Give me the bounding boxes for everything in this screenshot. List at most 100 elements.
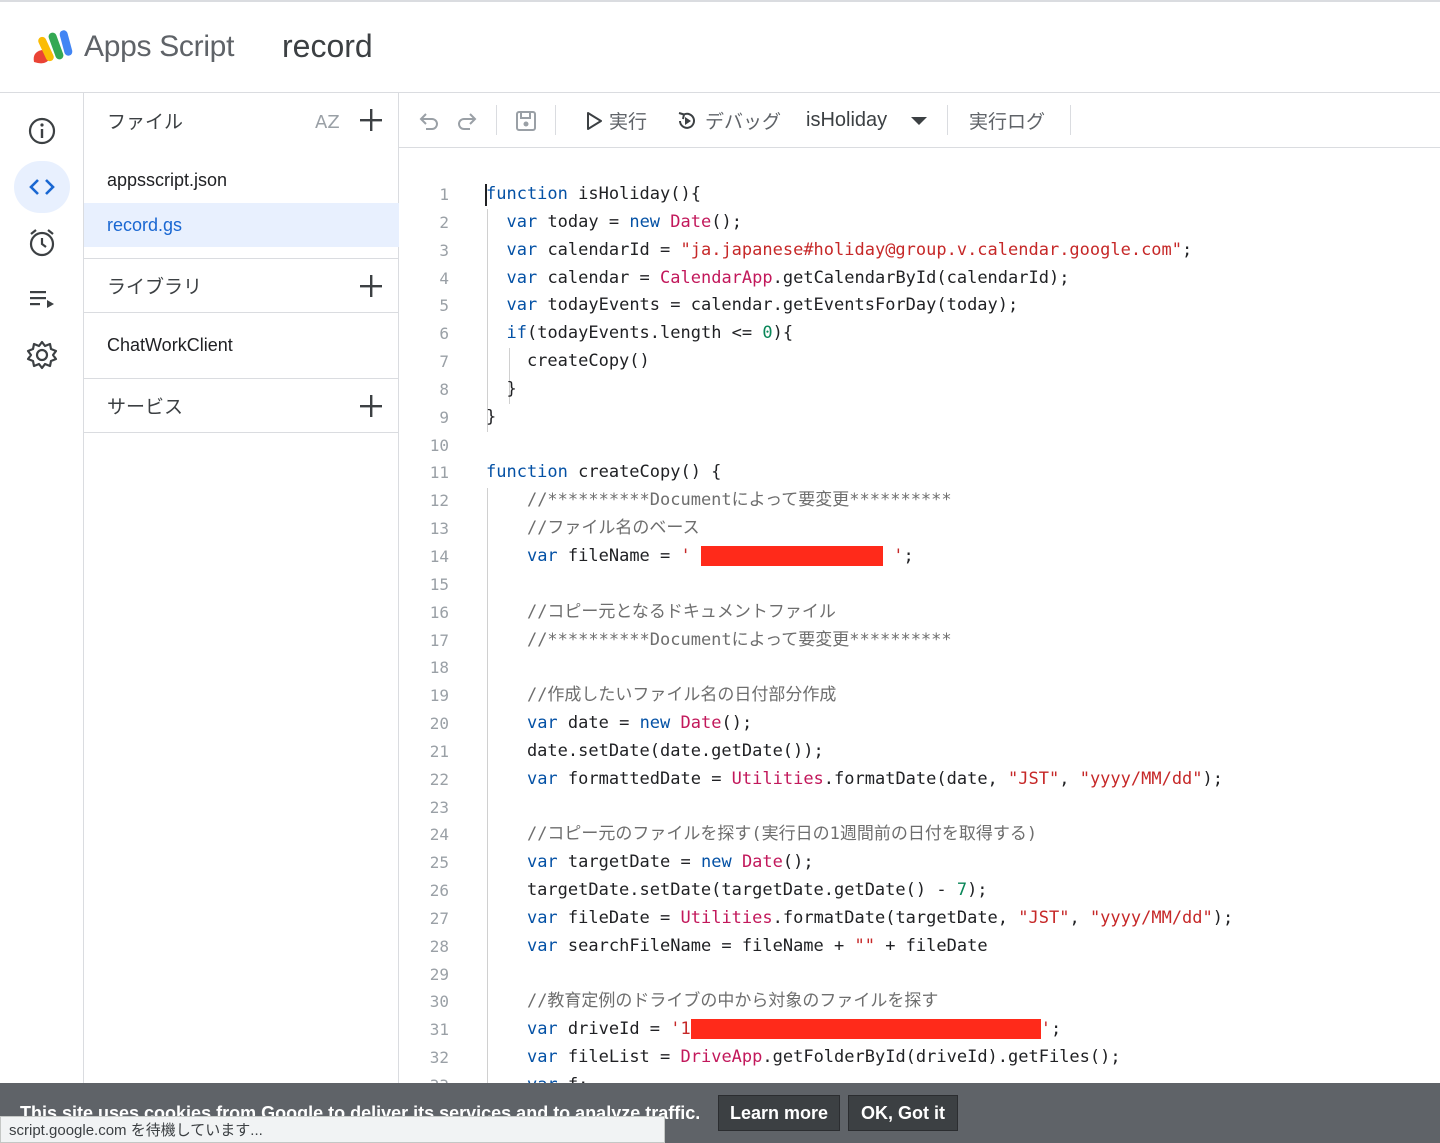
libraries-title: ライブラリ: [107, 277, 203, 298]
code-lines: function isHoliday(){ var today = new Da…: [486, 181, 1436, 1083]
code-line: }: [486, 378, 517, 399]
run-button[interactable]: 実行: [585, 93, 647, 148]
add-service-plus-icon[interactable]: [357, 392, 385, 420]
line-number: 2: [439, 212, 449, 232]
redacted-block: [700, 545, 883, 566]
navigation-rail: [0, 93, 84, 1083]
execution-log-button[interactable]: 実行ログ: [969, 93, 1045, 148]
browser-status-bar: script.google.com を待機しています...: [0, 1116, 665, 1143]
redacted-block: [690, 1019, 1041, 1040]
code-line: //**********Documentによって要変更**********: [526, 490, 952, 511]
code-editor[interactable]: 1 2 3 4 5 6 7 8 9 10 11 12 13 14 15 16 17 18 19 20 21 22 23 24 2…: [399, 148, 1440, 1083]
line-number: 31: [429, 1020, 449, 1040]
line-number: 25: [429, 853, 449, 873]
line-number: 29: [429, 964, 449, 984]
info-icon: [28, 117, 56, 145]
executions-icon: [30, 291, 54, 308]
code-line: //作成したいファイル名の日付部分作成: [526, 685, 837, 706]
code-line: function isHoliday(){: [486, 184, 701, 204]
code-line: //教育定例のドライブの中から対象のファイルを探す: [526, 991, 939, 1012]
add-library-plus-icon[interactable]: [357, 272, 385, 300]
debug-icon: [678, 111, 695, 129]
code-line: var targetDate = new Date();: [526, 852, 814, 873]
file-panel: ファイル AZ appsscript.json record.gs ライブラリ …: [84, 93, 399, 1083]
files-section-header: ファイル AZ: [84, 93, 399, 147]
code-line: var date = new Date();: [526, 713, 753, 734]
code-line: var f;: [486, 1072, 1436, 1083]
file-item-record-gs[interactable]: record.gs: [84, 203, 399, 247]
line-number: 22: [429, 769, 449, 789]
services-section-header: サービス: [84, 379, 399, 433]
line-number: 11: [429, 463, 449, 483]
code-line: var searchFileName = fileName + "" + fil…: [526, 935, 988, 956]
overview-button[interactable]: [14, 105, 70, 157]
toolbar-divider: [555, 105, 556, 135]
code-line: var driveId = '1 ';: [526, 1019, 1062, 1040]
line-number-gutter: 1 2 3 4 5 6 7 8 9 10 11 12 13 14 15 16 17 18 19 20 21 22 23 24 2…: [399, 181, 459, 1083]
line-number: 10: [429, 435, 449, 455]
file-item-appsscript-json[interactable]: appsscript.json: [84, 158, 399, 202]
ok-got-it-button[interactable]: OK, Got it: [848, 1095, 958, 1131]
debug-button[interactable]: デバッグ: [675, 93, 781, 148]
function-select-value: isHoliday: [806, 109, 888, 131]
toolbar-divider: [496, 105, 497, 135]
undo-button[interactable]: [417, 93, 441, 148]
line-number: 9: [439, 407, 449, 427]
redo-icon: [458, 112, 477, 130]
line-number: 19: [429, 686, 449, 706]
code-line: var fileName = ' ';: [526, 545, 914, 566]
toolbar-divider: [947, 105, 948, 135]
settings-gear-icon: [26, 340, 58, 370]
files-title: ファイル: [107, 111, 184, 133]
triggers-button[interactable]: [14, 217, 70, 269]
redo-button[interactable]: [455, 93, 479, 148]
executions-button[interactable]: [14, 273, 70, 325]
svg-text:AZ: AZ: [315, 112, 340, 133]
learn-more-button[interactable]: Learn more: [718, 1095, 840, 1131]
save-button[interactable]: [514, 93, 538, 148]
line-number: 3: [439, 240, 449, 260]
line-number: 8: [439, 379, 449, 399]
code-line: var today = new Date();: [506, 211, 742, 232]
play-icon: [587, 111, 602, 130]
project-name[interactable]: record: [282, 28, 373, 65]
library-item-chatworkclient[interactable]: ChatWorkClient: [84, 313, 399, 379]
line-number: 15: [429, 574, 449, 594]
editor-button[interactable]: [14, 161, 70, 213]
code-line: var todayEvents = calendar.getEventsForD…: [506, 295, 1019, 316]
top-app-bar: Apps Script record: [0, 0, 1440, 93]
line-number: 30: [429, 992, 449, 1012]
code-line: if(todayEvents.length <= 0){: [506, 323, 794, 344]
sort-az-icon[interactable]: AZ: [313, 106, 343, 134]
line-number: 18: [429, 658, 449, 678]
code-line: targetDate.setDate(targetDate.getDate() …: [486, 880, 988, 901]
code-line: var fileDate = Utilities.formatDate(targ…: [526, 907, 1234, 928]
libraries-section-header: ライブラリ: [84, 259, 399, 313]
code-editor-icon: [29, 179, 55, 195]
code-line: var fileList = DriveApp.getFolderById(dr…: [526, 1047, 1121, 1068]
add-file-plus-icon[interactable]: [357, 106, 385, 134]
settings-button[interactable]: [14, 329, 70, 381]
brand-title[interactable]: Apps Script: [84, 30, 234, 64]
code-line: //ファイル名のベース: [526, 518, 700, 539]
line-number: 33: [399, 1072, 459, 1083]
line-number: 5: [439, 296, 449, 316]
line-number: 20: [429, 714, 449, 734]
debug-label: デバッグ: [705, 112, 782, 133]
line-number: 32: [429, 1048, 449, 1068]
function-select[interactable]: isHoliday: [806, 93, 929, 148]
code-line: var calendar = CalendarApp.getCalendarBy…: [506, 267, 1070, 288]
apps-script-logo-icon[interactable]: [30, 28, 76, 68]
trigger-clock-icon: [29, 229, 55, 257]
code-line: //コピー元のファイルを探す(実行日の1週間前の日付を取得する): [526, 824, 1038, 845]
code-line: var formattedDate = Utilities.formatDate…: [526, 768, 1224, 789]
line-number: 13: [429, 519, 449, 539]
line-number: 16: [429, 602, 449, 622]
editor-toolbar: 実行 デバッグ isHoliday 実行ログ: [399, 93, 1440, 148]
toolbar-divider: [1070, 105, 1071, 135]
